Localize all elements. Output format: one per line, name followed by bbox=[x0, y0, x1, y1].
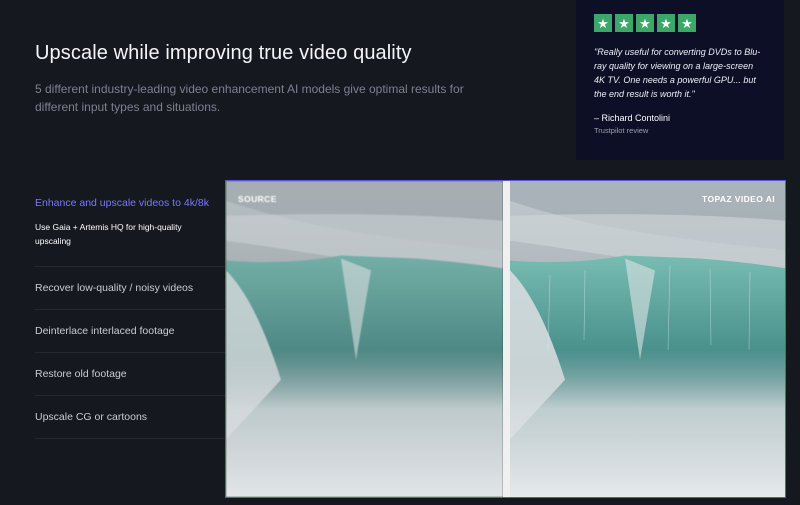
enhanced-pane: TOPAZ VIDEO AI bbox=[510, 181, 785, 497]
hero-title: Upscale while improving true video quali… bbox=[35, 42, 412, 64]
comparison-viewer[interactable]: SOURCE TOPAZ VIDEO AI bbox=[225, 180, 786, 498]
enhanced-label: TOPAZ VIDEO AI bbox=[702, 194, 775, 204]
feature-item-restore-old[interactable]: Restore old footage bbox=[35, 353, 225, 396]
hero-subtitle: 5 different industry-leading video enhan… bbox=[35, 82, 464, 114]
star-icon: ★ bbox=[615, 14, 633, 32]
review-author: – Richard Contolini bbox=[594, 113, 671, 123]
comparison-slider-handle[interactable] bbox=[503, 181, 510, 497]
source-pane: SOURCE bbox=[226, 181, 503, 497]
star-icon: ★ bbox=[636, 14, 654, 32]
feature-list: Enhance and upscale videos to 4k/8k Use … bbox=[35, 188, 225, 439]
waterfall-image-source bbox=[226, 181, 503, 497]
feature-item-deinterlace[interactable]: Deinterlace interlaced footage bbox=[35, 310, 225, 353]
star-icon: ★ bbox=[657, 14, 675, 32]
feature-item-recover-noisy[interactable]: Recover low-quality / noisy videos bbox=[35, 267, 225, 310]
star-icon: ★ bbox=[594, 14, 612, 32]
review-quote: "Really useful for converting DVDs to Bl… bbox=[594, 47, 761, 99]
star-icon: ★ bbox=[678, 14, 696, 32]
feature-item-upscale-cg[interactable]: Upscale CG or cartoons bbox=[35, 396, 225, 439]
feature-item-enhance-upscale[interactable]: Enhance and upscale videos to 4k/8k Use … bbox=[35, 188, 225, 267]
feature-label: Deinterlace interlaced footage bbox=[35, 325, 175, 337]
page: Upscale while improving true video quali… bbox=[0, 0, 800, 505]
waterfall-image-enhanced bbox=[510, 181, 785, 497]
review-card: ★ ★ ★ ★ ★ "Really useful for converting … bbox=[576, 0, 784, 160]
feature-label: Upscale CG or cartoons bbox=[35, 411, 148, 423]
feature-description: Use Gaia + Artemis HQ for high-quality u… bbox=[35, 222, 182, 246]
source-label: SOURCE bbox=[238, 194, 277, 204]
star-rating: ★ ★ ★ ★ ★ bbox=[594, 14, 766, 32]
feature-title: Enhance and upscale videos to 4k/8k bbox=[35, 197, 209, 209]
feature-label: Recover low-quality / noisy videos bbox=[35, 282, 194, 294]
review-source: Trustpilot review bbox=[594, 126, 649, 135]
feature-label: Restore old footage bbox=[35, 368, 127, 380]
